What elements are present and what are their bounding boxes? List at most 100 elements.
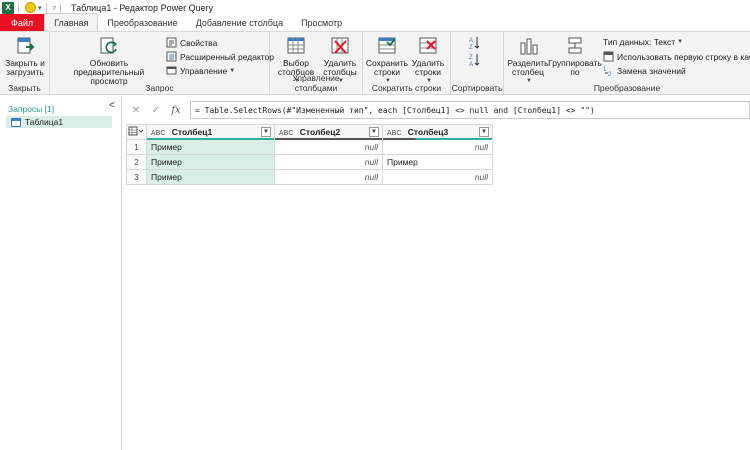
data-type-label: Тип данных: Текст — [603, 37, 676, 47]
group-reduce-rows-label: Сократить строки — [371, 83, 442, 93]
replace-values-button[interactable]: 12 Замена значений — [603, 65, 686, 77]
remove-rows-label: Удалить строки — [411, 58, 445, 77]
cell[interactable]: Пример — [382, 154, 493, 170]
svg-text:A: A — [469, 62, 473, 67]
column-header-1[interactable]: ABC Столбец1 ▼ — [146, 124, 275, 140]
cell[interactable]: Пример — [146, 139, 275, 155]
refresh-preview-button[interactable]: Обновить предварительный просмотр — [55, 35, 163, 86]
group-close-label: Закрыть — [8, 83, 41, 93]
titlebar-separator — [60, 2, 62, 13]
remove-rows-button[interactable]: Удалить строки ▼ — [408, 35, 448, 86]
manage-label: Управление — [180, 65, 228, 76]
properties-button[interactable]: Свойства — [166, 37, 217, 48]
cell[interactable]: Пример — [146, 154, 275, 170]
close-load-icon — [17, 37, 35, 54]
table-row: 2 Пример null Пример — [126, 154, 493, 170]
text-type-icon: ABC — [151, 130, 166, 137]
query-item-table1[interactable]: Таблица1 — [6, 116, 112, 128]
feedback-smiley-icon[interactable] — [25, 2, 36, 13]
keep-rows-button[interactable]: Сохранить строки ▼ — [366, 35, 408, 86]
split-column-label: Разделить столбец — [507, 58, 549, 77]
cell[interactable]: null — [382, 169, 493, 185]
filter-applied-icon[interactable]: ▼ — [261, 127, 271, 137]
column-header-3[interactable]: ABC Столбец3 ▼ — [382, 124, 493, 140]
group-manage-columns: Выбор столбцов ▼ Удалить столбцы ▼ Управ… — [270, 32, 363, 95]
refresh-icon — [100, 37, 118, 54]
cell[interactable]: null — [274, 139, 383, 155]
group-query-label: Запрос — [145, 83, 174, 93]
group-manage-columns-label: Управление столбцами — [292, 73, 340, 93]
column-header-label: Столбец3 — [407, 127, 449, 137]
use-first-row-icon — [603, 51, 614, 62]
fx-icon[interactable]: fx — [166, 101, 186, 119]
close-load-label: Закрыть и загрузить — [5, 58, 45, 77]
tab-transform[interactable]: Преобразование — [98, 14, 186, 31]
manage-button[interactable]: Управление ▼ — [166, 65, 235, 76]
customize-toolbar-icon[interactable]: ▿ — [53, 4, 57, 12]
close-load-button[interactable]: Закрыть и загрузить — [3, 35, 47, 77]
sort-ascending-button[interactable]: A Z — [469, 36, 483, 50]
advanced-editor-label: Расширенный редактор — [180, 51, 275, 62]
chevron-down-icon[interactable]: ▾ — [38, 4, 42, 12]
group-close: Закрыть и загрузить Закрыть — [0, 32, 50, 95]
group-transform: Разделить столбец ▼ Группировать по Тип … — [504, 32, 750, 95]
data-type-dropdown[interactable]: Тип данных: Текст ▼ — [603, 37, 683, 47]
svg-text:1: 1 — [603, 67, 607, 73]
filter-dropdown-icon[interactable]: ▼ — [479, 127, 489, 137]
text-type-icon: ABC — [279, 130, 294, 137]
group-query: Обновить предварительный просмотр Свойст… — [50, 32, 274, 95]
chevron-down-icon: ▼ — [229, 67, 236, 74]
remove-rows-icon — [419, 37, 437, 54]
svg-text:Z: Z — [469, 45, 473, 50]
sort-descending-icon: Z A — [469, 54, 480, 67]
split-column-button[interactable]: Разделить столбец ▼ — [507, 35, 549, 86]
cell[interactable]: null — [382, 139, 493, 155]
refresh-preview-label: Обновить предварительный просмотр — [73, 58, 145, 86]
keep-rows-icon — [378, 37, 396, 54]
row-number[interactable]: 3 — [126, 169, 147, 185]
tab-add-column[interactable]: Добавление столбца — [187, 14, 292, 31]
group-by-label: Группировать по — [548, 58, 602, 77]
filter-dropdown-icon[interactable]: ▼ — [369, 127, 379, 137]
table-row: 1 Пример null null — [126, 139, 493, 155]
group-by-button[interactable]: Группировать по — [548, 35, 602, 77]
tab-file[interactable]: Файл — [0, 14, 45, 31]
formula-input[interactable]: = Table.SelectRows(#"Измененный тип", ea… — [190, 101, 750, 119]
cell[interactable]: Пример — [146, 169, 275, 185]
chevron-down-icon: ▼ — [677, 39, 684, 45]
confirm-icon[interactable]: ✓ — [146, 101, 166, 119]
properties-icon — [166, 37, 177, 48]
tab-home[interactable]: Главная — [44, 13, 99, 31]
properties-label: Свойства — [180, 37, 218, 48]
row-number[interactable]: 2 — [126, 154, 147, 170]
query-item-label: Таблица1 — [25, 117, 64, 127]
svg-text:Z: Z — [469, 55, 473, 61]
column-quality-bar — [383, 138, 492, 140]
cell[interactable]: null — [274, 169, 383, 185]
column-header-2[interactable]: ABC Столбец2 ▼ — [274, 124, 383, 140]
title-bar: X ▾ ▿ Таблица1 - Редактор Power Query — [0, 0, 750, 15]
cancel-icon[interactable]: ✕ — [126, 101, 146, 119]
table-menu-icon[interactable] — [126, 124, 147, 140]
collapse-pane-icon[interactable]: < — [109, 100, 115, 111]
data-grid: ABC Столбец1 ▼ ABC Столбец2 ▼ ABC Столбе… — [126, 124, 493, 185]
cell[interactable]: null — [274, 154, 383, 170]
group-by-icon — [568, 37, 582, 54]
tab-view[interactable]: Просмотр — [292, 14, 351, 31]
group-transform-label: Преобразование — [593, 83, 661, 93]
svg-text:2: 2 — [608, 72, 612, 76]
advanced-editor-button[interactable]: Расширенный редактор — [166, 51, 274, 62]
split-column-icon — [520, 38, 538, 55]
manage-icon — [166, 66, 177, 75]
row-number[interactable]: 1 — [126, 139, 147, 155]
ribbon-tabs: Файл Главная Преобразование Добавление с… — [0, 13, 750, 32]
column-header-label: Столбец2 — [299, 127, 341, 137]
queries-pane: Запросы [1] < Таблица1 — [0, 96, 122, 450]
use-first-row-button[interactable]: Использовать первую строку в качес — [603, 51, 750, 62]
group-reduce-rows: Сохранить строки ▼ Удалить строки ▼ Сокр… — [363, 32, 451, 95]
column-quality-bar — [275, 138, 382, 140]
sort-descending-button[interactable]: Z A — [469, 53, 483, 67]
column-header-label: Столбец1 — [171, 127, 213, 137]
table-row: 3 Пример null null — [126, 169, 493, 185]
titlebar-separator — [18, 2, 19, 13]
